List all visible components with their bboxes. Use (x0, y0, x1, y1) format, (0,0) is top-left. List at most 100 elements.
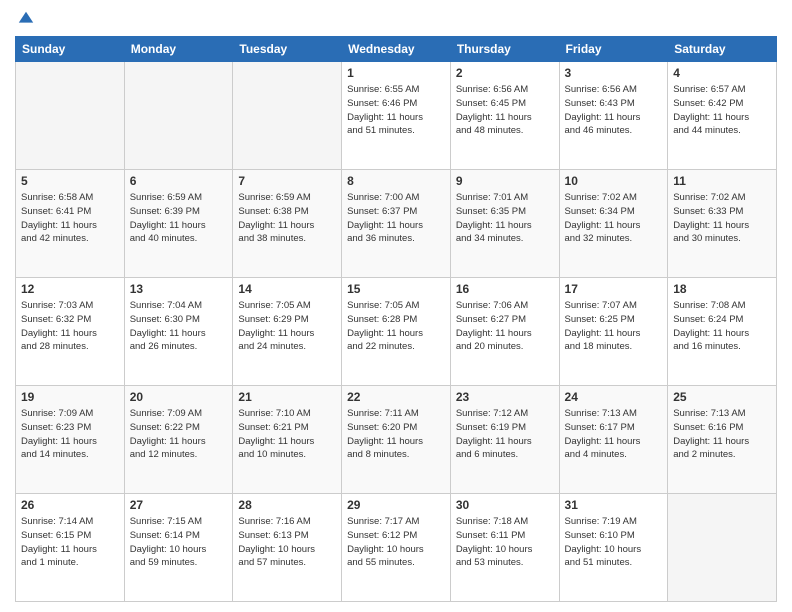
day-number: 19 (21, 390, 119, 404)
day-info: Sunrise: 7:12 AM Sunset: 6:19 PM Dayligh… (456, 407, 554, 462)
calendar-cell (16, 62, 125, 170)
day-info: Sunrise: 6:57 AM Sunset: 6:42 PM Dayligh… (673, 83, 771, 138)
day-number: 27 (130, 498, 228, 512)
day-info: Sunrise: 7:03 AM Sunset: 6:32 PM Dayligh… (21, 299, 119, 354)
day-info: Sunrise: 7:14 AM Sunset: 6:15 PM Dayligh… (21, 515, 119, 570)
calendar-cell: 5 Sunrise: 6:58 AM Sunset: 6:41 PM Daylig… (16, 170, 125, 278)
day-info: Sunrise: 7:00 AM Sunset: 6:37 PM Dayligh… (347, 191, 445, 246)
calendar-cell: 9 Sunrise: 7:01 AM Sunset: 6:35 PM Daylig… (450, 170, 559, 278)
day-number: 28 (238, 498, 336, 512)
day-number: 9 (456, 174, 554, 188)
calendar-cell (124, 62, 233, 170)
calendar-cell: 8 Sunrise: 7:00 AM Sunset: 6:37 PM Daylig… (342, 170, 451, 278)
calendar-cell: 27Sunrise: 7:15 AM Sunset: 6:14 PM Dayli… (124, 494, 233, 602)
day-number: 8 (347, 174, 445, 188)
calendar-cell: 13 Sunrise: 7:04 AM Sunset: 6:30 PM Dayli… (124, 278, 233, 386)
day-number: 14 (238, 282, 336, 296)
calendar-cell: 25 Sunrise: 7:13 AM Sunset: 6:16 PM Dayli… (668, 386, 777, 494)
calendar-cell: 2Sunrise: 6:56 AM Sunset: 6:45 PM Daylig… (450, 62, 559, 170)
calendar-week-row: 19 Sunrise: 7:09 AM Sunset: 6:23 PM Dayli… (16, 386, 777, 494)
day-info: Sunrise: 6:55 AM Sunset: 6:46 PM Dayligh… (347, 83, 445, 138)
calendar-cell: 15 Sunrise: 7:05 AM Sunset: 6:28 PM Dayli… (342, 278, 451, 386)
logo-icon (17, 10, 35, 28)
day-number: 31 (565, 498, 663, 512)
day-number: 5 (21, 174, 119, 188)
day-info: Sunrise: 7:05 AM Sunset: 6:29 PM Dayligh… (238, 299, 336, 354)
calendar-cell: 6Sunrise: 6:59 AM Sunset: 6:39 PM Daylig… (124, 170, 233, 278)
day-info: Sunrise: 7:17 AM Sunset: 6:12 PM Dayligh… (347, 515, 445, 570)
weekday-header-monday: Monday (124, 37, 233, 62)
calendar-cell: 16 Sunrise: 7:06 AM Sunset: 6:27 PM Dayli… (450, 278, 559, 386)
day-number: 17 (565, 282, 663, 296)
day-number: 7 (238, 174, 336, 188)
calendar-week-row: 1 Sunrise: 6:55 AM Sunset: 6:46 PM Daylig… (16, 62, 777, 170)
calendar-cell: 22 Sunrise: 7:11 AM Sunset: 6:20 PM Dayli… (342, 386, 451, 494)
day-info: Sunrise: 7:08 AM Sunset: 6:24 PM Dayligh… (673, 299, 771, 354)
calendar-week-row: 5 Sunrise: 6:58 AM Sunset: 6:41 PM Daylig… (16, 170, 777, 278)
day-info: Sunrise: 7:01 AM Sunset: 6:35 PM Dayligh… (456, 191, 554, 246)
logo (15, 10, 35, 28)
calendar-cell (668, 494, 777, 602)
calendar-cell: 31 Sunrise: 7:19 AM Sunset: 6:10 PM Dayli… (559, 494, 668, 602)
day-info: Sunrise: 6:59 AM Sunset: 6:38 PM Dayligh… (238, 191, 336, 246)
calendar-cell (233, 62, 342, 170)
day-number: 23 (456, 390, 554, 404)
calendar-cell: 19 Sunrise: 7:09 AM Sunset: 6:23 PM Dayli… (16, 386, 125, 494)
day-info: Sunrise: 6:59 AM Sunset: 6:39 PM Dayligh… (130, 191, 228, 246)
calendar-cell: 11Sunrise: 7:02 AM Sunset: 6:33 PM Dayli… (668, 170, 777, 278)
calendar-cell: 29 Sunrise: 7:17 AM Sunset: 6:12 PM Dayli… (342, 494, 451, 602)
day-number: 15 (347, 282, 445, 296)
day-number: 10 (565, 174, 663, 188)
day-info: Sunrise: 7:13 AM Sunset: 6:16 PM Dayligh… (673, 407, 771, 462)
calendar-week-row: 12 Sunrise: 7:03 AM Sunset: 6:32 PM Dayli… (16, 278, 777, 386)
day-info: Sunrise: 7:10 AM Sunset: 6:21 PM Dayligh… (238, 407, 336, 462)
weekday-header-thursday: Thursday (450, 37, 559, 62)
day-number: 20 (130, 390, 228, 404)
day-number: 13 (130, 282, 228, 296)
day-number: 30 (456, 498, 554, 512)
day-number: 25 (673, 390, 771, 404)
calendar-cell: 3Sunrise: 6:56 AM Sunset: 6:43 PM Daylig… (559, 62, 668, 170)
day-number: 26 (21, 498, 119, 512)
header (15, 10, 777, 28)
weekday-header-friday: Friday (559, 37, 668, 62)
day-number: 29 (347, 498, 445, 512)
day-info: Sunrise: 7:06 AM Sunset: 6:27 PM Dayligh… (456, 299, 554, 354)
calendar-cell: 10Sunrise: 7:02 AM Sunset: 6:34 PM Dayli… (559, 170, 668, 278)
calendar-cell: 12 Sunrise: 7:03 AM Sunset: 6:32 PM Dayli… (16, 278, 125, 386)
weekday-header-wednesday: Wednesday (342, 37, 451, 62)
day-info: Sunrise: 7:05 AM Sunset: 6:28 PM Dayligh… (347, 299, 445, 354)
day-info: Sunrise: 7:09 AM Sunset: 6:22 PM Dayligh… (130, 407, 228, 462)
day-number: 16 (456, 282, 554, 296)
day-info: Sunrise: 7:19 AM Sunset: 6:10 PM Dayligh… (565, 515, 663, 570)
calendar-cell: 4 Sunrise: 6:57 AM Sunset: 6:42 PM Daylig… (668, 62, 777, 170)
calendar-cell: 20 Sunrise: 7:09 AM Sunset: 6:22 PM Dayli… (124, 386, 233, 494)
day-number: 24 (565, 390, 663, 404)
day-number: 21 (238, 390, 336, 404)
day-info: Sunrise: 7:02 AM Sunset: 6:33 PM Dayligh… (673, 191, 771, 246)
calendar-cell: 23 Sunrise: 7:12 AM Sunset: 6:19 PM Dayli… (450, 386, 559, 494)
calendar-cell: 24Sunrise: 7:13 AM Sunset: 6:17 PM Dayli… (559, 386, 668, 494)
calendar-table: SundayMondayTuesdayWednesdayThursdayFrid… (15, 36, 777, 602)
day-info: Sunrise: 7:09 AM Sunset: 6:23 PM Dayligh… (21, 407, 119, 462)
day-info: Sunrise: 7:07 AM Sunset: 6:25 PM Dayligh… (565, 299, 663, 354)
calendar-cell: 14 Sunrise: 7:05 AM Sunset: 6:29 PM Dayli… (233, 278, 342, 386)
day-number: 18 (673, 282, 771, 296)
logo-text (15, 10, 35, 28)
weekday-header-tuesday: Tuesday (233, 37, 342, 62)
day-info: Sunrise: 6:56 AM Sunset: 6:43 PM Dayligh… (565, 83, 663, 138)
calendar-cell: 28 Sunrise: 7:16 AM Sunset: 6:13 PM Dayli… (233, 494, 342, 602)
calendar-cell: 30Sunrise: 7:18 AM Sunset: 6:11 PM Dayli… (450, 494, 559, 602)
day-info: Sunrise: 7:11 AM Sunset: 6:20 PM Dayligh… (347, 407, 445, 462)
day-info: Sunrise: 6:58 AM Sunset: 6:41 PM Dayligh… (21, 191, 119, 246)
day-info: Sunrise: 7:16 AM Sunset: 6:13 PM Dayligh… (238, 515, 336, 570)
calendar-cell: 18 Sunrise: 7:08 AM Sunset: 6:24 PM Dayli… (668, 278, 777, 386)
weekday-header-row: SundayMondayTuesdayWednesdayThursdayFrid… (16, 37, 777, 62)
day-number: 22 (347, 390, 445, 404)
day-number: 1 (347, 66, 445, 80)
day-number: 2 (456, 66, 554, 80)
day-info: Sunrise: 7:04 AM Sunset: 6:30 PM Dayligh… (130, 299, 228, 354)
day-number: 12 (21, 282, 119, 296)
page: SundayMondayTuesdayWednesdayThursdayFrid… (0, 0, 792, 612)
day-number: 4 (673, 66, 771, 80)
